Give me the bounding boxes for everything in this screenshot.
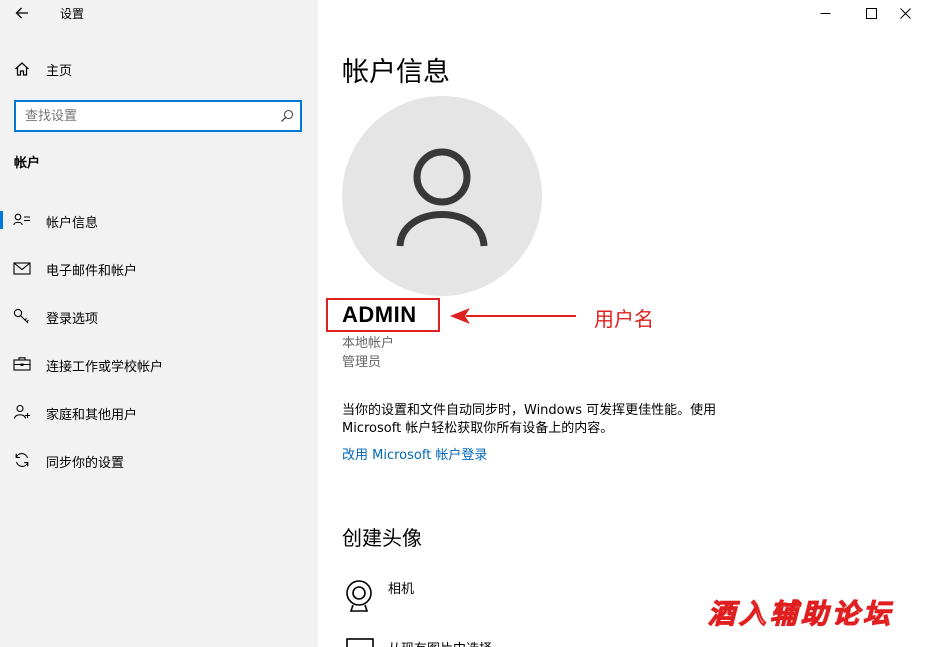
sidebar-item-work-school[interactable]: 连接工作或学校帐户 — [0, 346, 318, 382]
minimize-icon — [820, 12, 830, 14]
sidebar: 设置 主页 帐户 帐户信息 电子邮件和帐户 — [0, 0, 318, 647]
microsoft-account-link[interactable]: 改用 Microsoft 帐户登录 — [342, 444, 487, 463]
sidebar-item-home-label: 主页 — [46, 64, 73, 79]
key-icon — [13, 308, 29, 324]
page-title: 帐户信息 — [342, 57, 450, 88]
mail-icon — [13, 262, 31, 275]
sync-description-line1: 当你的设置和文件自动同步时，Windows 可发挥更佳性能。使用 — [342, 403, 717, 418]
avatar[interactable] — [342, 96, 542, 296]
sidebar-item-email-accounts[interactable]: 电子邮件和帐户 — [0, 250, 318, 286]
sidebar-item-home[interactable]: 主页 — [0, 56, 318, 82]
browse-image-icon[interactable] — [346, 638, 374, 647]
sidebar-item-account-info[interactable]: 帐户信息 — [0, 202, 318, 238]
sidebar-item-label: 登录选项 — [46, 312, 99, 327]
sidebar-item-label: 电子邮件和帐户 — [46, 264, 138, 279]
home-icon — [15, 62, 29, 76]
account-role: 管理员 — [342, 355, 382, 370]
active-indicator — [0, 211, 3, 229]
sidebar-item-family-users[interactable]: 家庭和其他用户 — [0, 394, 318, 430]
username: ADMIN — [342, 302, 417, 327]
sync-description-line2: Microsoft 帐户轻松获取你所有设备上的内容。 — [342, 421, 614, 436]
search-icon[interactable] — [280, 109, 294, 123]
account-info-icon — [13, 213, 30, 226]
sidebar-item-label: 家庭和其他用户 — [46, 408, 138, 423]
camera-icon[interactable] — [342, 578, 376, 614]
account-type: 本地帐户 — [342, 336, 395, 351]
back-button[interactable] — [0, 0, 44, 26]
sync-icon — [15, 453, 29, 467]
annotation-label: 用户名 — [594, 307, 654, 331]
briefcase-icon — [13, 357, 31, 371]
app-title: 设置 — [60, 7, 85, 21]
close-icon — [899, 7, 911, 19]
sidebar-item-label: 同步你的设置 — [46, 456, 125, 471]
create-avatar-title: 创建头像 — [342, 526, 422, 550]
close-button[interactable] — [882, 0, 928, 26]
search-box[interactable] — [14, 100, 302, 132]
sidebar-item-label: 连接工作或学校帐户 — [46, 360, 164, 375]
browse-option[interactable]: 从现有图片中选择 — [388, 638, 492, 647]
back-arrow-icon — [15, 7, 28, 19]
minimize-button[interactable] — [802, 0, 848, 26]
sidebar-item-sync-settings[interactable]: 同步你的设置 — [0, 442, 318, 478]
sidebar-item-label: 帐户信息 — [46, 216, 99, 231]
maximize-icon — [865, 7, 877, 19]
annotation-arrow — [450, 308, 576, 324]
watermark: 酒入辅助论坛 — [707, 598, 894, 630]
sidebar-section-title: 帐户 — [14, 156, 41, 171]
person-add-icon — [13, 404, 30, 419]
camera-option[interactable]: 相机 — [388, 578, 414, 597]
user-silhouette-icon — [396, 148, 488, 247]
sidebar-item-sign-in-options[interactable]: 登录选项 — [0, 298, 318, 334]
search-input[interactable] — [16, 102, 272, 130]
